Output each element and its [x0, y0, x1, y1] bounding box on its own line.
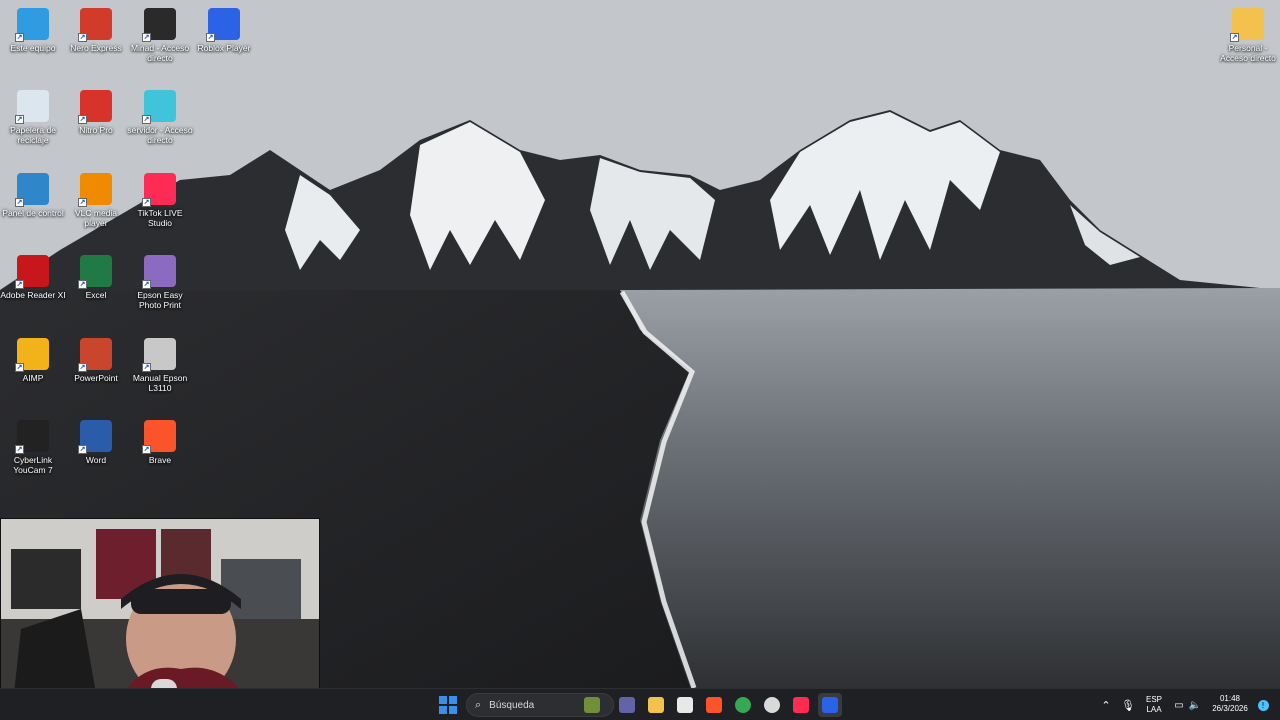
folder-icon [648, 697, 664, 713]
volume-button[interactable]: 🔈 [1186, 693, 1204, 717]
desktop-icon-label: Brave [148, 455, 172, 465]
language-code: ESP [1145, 695, 1162, 704]
youcam-icon: ↗ [15, 420, 49, 454]
microphone-button[interactable]: 🎙 [1118, 693, 1138, 717]
taskbar: ⌕ Búsqueda ⌃ 🎙 ESP LAA ▭ 🔈 01:48 26/3/20… [0, 688, 1280, 720]
store-icon [677, 697, 693, 713]
vlc-icon: ↗ [78, 173, 112, 207]
teams-button[interactable] [615, 693, 639, 717]
desktop-shortcut[interactable]: ↗ Nitro Pro [63, 90, 129, 135]
excel-icon: ↗ [78, 255, 112, 289]
desktop-shortcut[interactable]: ↗ CyberLink YouCam 7 [0, 420, 66, 475]
chrome-icon [735, 697, 751, 713]
desktop-icon-label: Roblox Player [197, 43, 251, 53]
roblox-icon [822, 697, 838, 713]
brave-icon: ↗ [142, 420, 176, 454]
chevron-up-icon: ⌃ [1101, 699, 1111, 712]
notifications-button[interactable]: ! [1254, 693, 1272, 717]
desktop-shortcut[interactable]: ↗ Minad - Acceso directo [127, 8, 193, 63]
minecraft-launcher-icon: ↗ [142, 8, 176, 42]
desktop-icon-label: Papelera de reciclaje [10, 125, 56, 145]
microphone-icon: 🎙 [1121, 699, 1135, 712]
show-hidden-icons-button[interactable]: ⌃ [1096, 693, 1116, 717]
desktop-icon-label: TikTok LIVE Studio [137, 208, 183, 228]
clock-date: 26/3/2026 [1212, 704, 1248, 713]
desktop-icon-label: servidor - Acceso directo [127, 125, 193, 145]
clock-time: 01:48 [1219, 694, 1241, 703]
chrome-button[interactable] [731, 693, 755, 717]
clock[interactable]: 01:48 26/3/2026 [1206, 694, 1254, 714]
brave-button[interactable] [702, 693, 726, 717]
aimp-icon: ↗ [15, 338, 49, 372]
desktop-shortcut[interactable]: ↗ Adobe Reader XI [0, 255, 66, 300]
tiktok-live-icon: ↗ [142, 173, 176, 207]
start-button[interactable] [436, 693, 460, 717]
desktop-shortcut[interactable]: ↗ AIMP [0, 338, 66, 383]
word-icon: ↗ [78, 420, 112, 454]
powerpoint-icon: ↗ [78, 338, 112, 372]
network-icon: ▭ [1174, 699, 1184, 711]
folder-icon: ↗ [1230, 8, 1264, 42]
manual-icon: ↗ [142, 338, 176, 372]
desktop-shortcut[interactable]: ↗ Papelera de reciclaje [0, 90, 66, 145]
desktop-icon-label: Epson Easy Photo Print [137, 290, 183, 310]
tiktok-icon [793, 697, 809, 713]
recycle-bin-icon: ↗ [15, 90, 49, 124]
computer-icon: ↗ [15, 8, 49, 42]
desktop-icon-label: Manual Epson L3110 [132, 373, 188, 393]
search-icon: ⌕ [475, 698, 482, 711]
file-explorer-button[interactable] [644, 693, 668, 717]
desktop-shortcut[interactable]: ↗ Word [63, 420, 129, 465]
desktop-shortcut[interactable]: ↗ Roblox Player [191, 8, 257, 53]
desktop-shortcut[interactable]: ↗ Manual Epson L3110 [127, 338, 193, 393]
desktop-icon-label: CyberLink YouCam 7 [13, 455, 53, 475]
desktop-icon-label: Nitro Pro [79, 125, 113, 135]
widgets-button[interactable] [580, 693, 604, 717]
desktop-shortcut[interactable]: ↗ VLC media player [63, 173, 129, 228]
adobe-reader-icon: ↗ [15, 255, 49, 289]
tiktok-button[interactable] [789, 693, 813, 717]
desktop-shortcut[interactable]: ↗ Este equipo [0, 8, 66, 53]
personal-shortcut-icon[interactable]: ↗ Personal - Acceso directo [1215, 8, 1280, 63]
desktop-icon-label: Excel [85, 290, 107, 300]
windows-icon [439, 696, 457, 714]
server-icon: ↗ [142, 90, 176, 124]
desktop-shortcut[interactable]: ↗ Epson Easy Photo Print [127, 255, 193, 310]
desktop-icon-label: Word [85, 455, 107, 465]
speaker-icon: 🔈 [1188, 699, 1202, 711]
desktop-icon-label: Nero Express [70, 43, 122, 53]
nitro-pro-icon: ↗ [78, 90, 112, 124]
control-panel-icon: ↗ [15, 173, 49, 207]
obs-button[interactable] [760, 693, 784, 717]
widgets-icon [584, 697, 600, 713]
language-indicator[interactable]: ESP LAA [1140, 695, 1168, 715]
desktop-icon-label: Adobe Reader XI [0, 290, 66, 300]
desktop-icon-label: Panel de control [2, 208, 64, 218]
desktop-icon-label: AIMP [22, 373, 44, 383]
desktop-shortcut[interactable]: ↗ Excel [63, 255, 129, 300]
desktop-icon-label: Minad - Acceso directo [130, 43, 190, 63]
nero-icon: ↗ [78, 8, 112, 42]
desktop-shortcut[interactable]: ↗ servidor - Acceso directo [127, 90, 193, 145]
search-placeholder: Búsqueda [489, 699, 535, 711]
recording-icon [764, 697, 780, 713]
roblox-button[interactable] [818, 693, 842, 717]
keyboard-layout: LAA [1146, 705, 1162, 714]
desktop-icon-label: Este equipo [10, 43, 56, 53]
desktop-icon-label: PowerPoint [74, 373, 118, 383]
roblox-icon: ↗ [206, 8, 240, 42]
desktop-shortcut[interactable]: ↗ TikTok LIVE Studio [127, 173, 193, 228]
desktop-shortcut[interactable]: ↗ Panel de control [0, 173, 66, 218]
chat-icon [619, 697, 635, 713]
store-button[interactable] [673, 693, 697, 717]
desktop-icon-label: Personal - Acceso directo [1220, 43, 1276, 63]
epson-photo-icon: ↗ [142, 255, 176, 289]
brave-icon [706, 697, 722, 713]
desktop-shortcut[interactable]: ↗ PowerPoint [63, 338, 129, 383]
notification-icon: ! [1257, 699, 1269, 711]
desktop-shortcut[interactable]: ↗ Brave [127, 420, 193, 465]
desktop-icon-label: VLC media player [74, 208, 118, 228]
desktop-shortcut[interactable]: ↗ Nero Express [63, 8, 129, 53]
